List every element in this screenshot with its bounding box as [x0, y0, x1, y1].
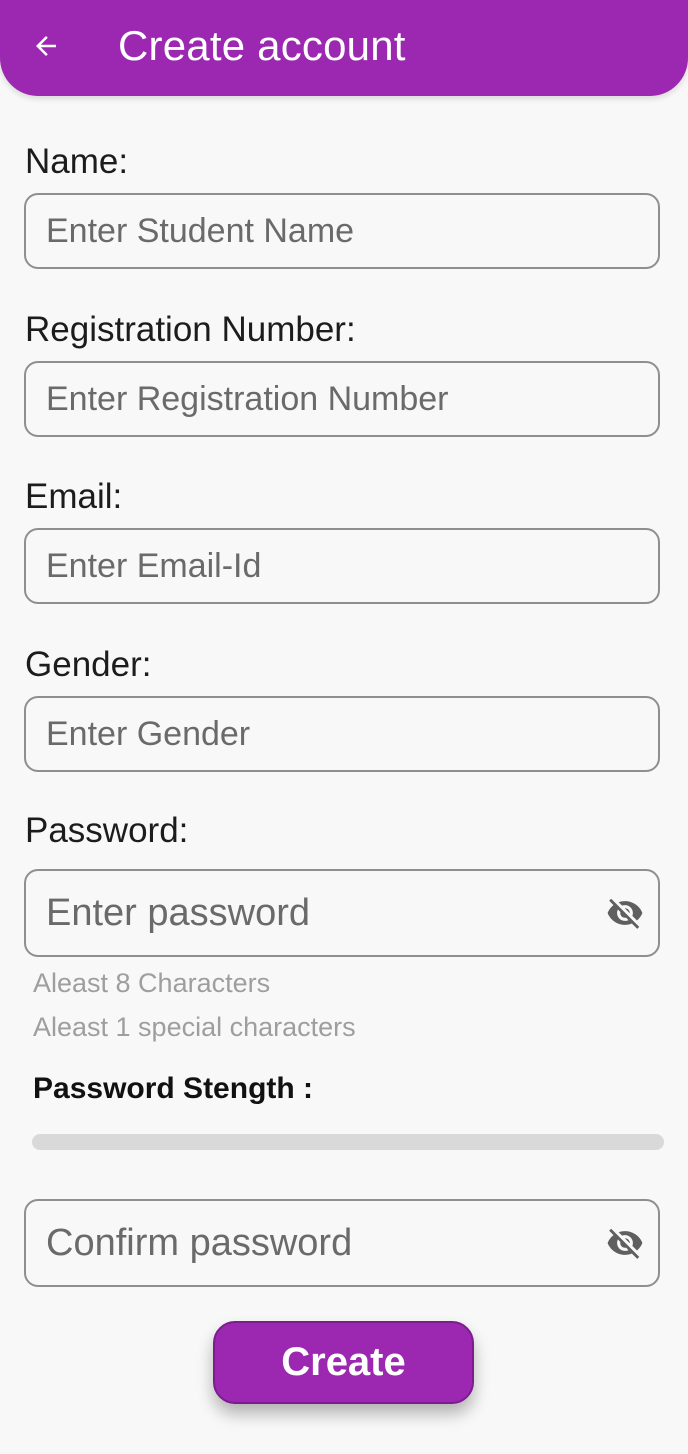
password-strength-label: Password Stength : — [33, 1072, 314, 1105]
password-hint-length: Aleast 8 Characters — [33, 968, 271, 998]
student-name-input[interactable] — [24, 193, 660, 269]
toggle-password-visibility-button[interactable] — [603, 891, 647, 935]
page-title: Create account — [118, 22, 406, 69]
registration-label: Registration Number: — [25, 310, 356, 349]
toggle-confirm-password-visibility-button[interactable] — [603, 1221, 647, 1265]
registration-number-input[interactable] — [24, 361, 660, 437]
confirm-password-input[interactable] — [24, 1199, 660, 1287]
create-button[interactable]: Create — [213, 1321, 474, 1404]
password-strength-bar — [32, 1134, 664, 1150]
arrow-left-icon — [36, 36, 56, 56]
back-button[interactable] — [24, 26, 68, 66]
email-label: Email: — [25, 477, 123, 516]
gender-input[interactable] — [24, 696, 660, 772]
password-input[interactable] — [24, 869, 660, 957]
gender-label: Gender: — [25, 645, 152, 684]
eye-off-icon — [607, 898, 643, 929]
password-label: Password: — [25, 811, 189, 850]
name-label: Name: — [25, 142, 129, 181]
app-bar: Create account — [0, 0, 688, 96]
email-input[interactable] — [24, 528, 660, 604]
password-hint-special: Aleast 1 special characters — [33, 1012, 356, 1042]
eye-off-icon — [607, 1228, 643, 1259]
